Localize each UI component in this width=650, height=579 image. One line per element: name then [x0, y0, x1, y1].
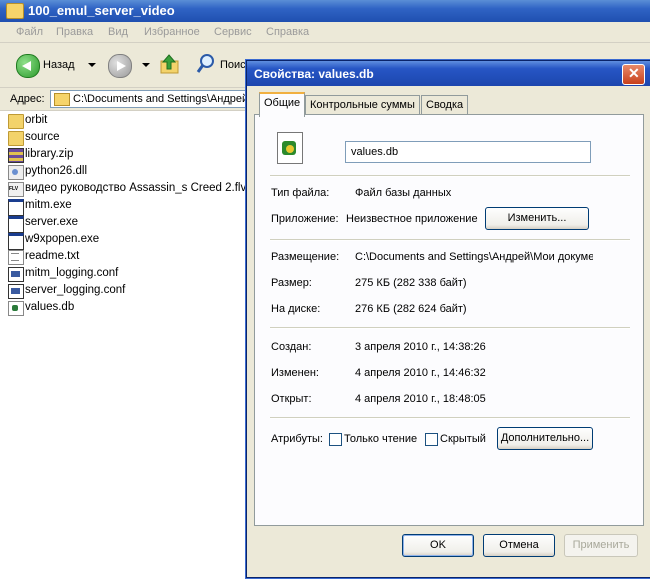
zip-icon: [8, 148, 24, 163]
exe-icon: [8, 199, 24, 216]
change-button-label: Изменить...: [507, 212, 567, 224]
file-name-value: values.db: [351, 146, 399, 158]
separator: [270, 239, 630, 241]
file-type-label: Тип файла:: [271, 187, 330, 199]
tab-general[interactable]: Общие: [259, 92, 306, 117]
exe-icon: [8, 233, 24, 250]
created-value: 3 апреля 2010 г., 14:38:26: [355, 341, 486, 353]
folder-icon: [8, 131, 24, 146]
size-label: Размер:: [271, 277, 312, 289]
folder-icon: [8, 114, 24, 129]
application-label: Приложение:: [271, 213, 339, 225]
opened-value: 4 апреля 2010 г., 18:48:05: [355, 393, 486, 405]
readonly-checkbox[interactable]: [329, 433, 342, 446]
opened-label: Открыт:: [271, 393, 312, 405]
file-name: readme.txt: [25, 250, 80, 262]
file-type-value: Файл базы данных: [355, 187, 452, 199]
file-name: server_logging.conf: [25, 284, 126, 296]
file-name: видео руководство Assassin_s Creed 2.flv: [25, 182, 247, 194]
back-label[interactable]: Назад: [43, 59, 75, 71]
address-value: C:\Documents and Settings\Андрей: [73, 93, 249, 105]
tab-summary[interactable]: Сводка: [421, 95, 469, 115]
file-list: orbit source library.zip python26.dll ви…: [0, 111, 250, 579]
back-button[interactable]: [16, 54, 40, 78]
properties-dialog: Свойства: values.db ✕ Общие Контрольные …: [246, 60, 650, 578]
readonly-label[interactable]: Только чтение: [344, 433, 417, 445]
explorer-window-title: 100_emul_server_video: [28, 3, 175, 18]
file-name: w9xpopen.exe: [25, 233, 100, 245]
size-value: 275 КБ (282 338 байт): [355, 277, 467, 289]
separator: [270, 417, 630, 419]
advanced-button[interactable]: Дополнительно...: [497, 427, 593, 450]
hidden-checkbox[interactable]: [425, 433, 438, 446]
close-icon: ✕: [628, 65, 640, 81]
ok-button[interactable]: OK: [402, 534, 474, 557]
location-value: C:\Documents and Settings\Андрей\Мои док…: [355, 251, 593, 263]
dialog-title-bar[interactable]: Свойства: values.db ✕: [247, 61, 650, 86]
txt-icon: [8, 250, 24, 265]
location-label: Размещение:: [271, 251, 340, 263]
file-name: orbit: [25, 114, 48, 126]
menu-file[interactable]: Файл: [16, 26, 43, 38]
apply-button-label: Применить: [572, 539, 630, 551]
change-button[interactable]: Изменить...: [485, 207, 589, 230]
forward-button[interactable]: [108, 54, 132, 78]
tab-label: Сводка: [426, 99, 464, 111]
general-panel: values.db Тип файла: Файл базы данных Пр…: [254, 114, 644, 526]
menu-edit[interactable]: Правка: [56, 26, 93, 38]
modified-label: Изменен:: [271, 367, 319, 379]
exe-icon: [8, 216, 24, 233]
menu-view[interactable]: Вид: [108, 26, 128, 38]
file-name: python26.dll: [25, 165, 88, 177]
conf-icon: [8, 267, 24, 282]
folder-icon: [54, 93, 70, 106]
file-name: library.zip: [25, 148, 74, 160]
created-label: Создан:: [271, 341, 312, 353]
conf-icon: [8, 284, 24, 299]
back-dropdown-icon[interactable]: [88, 63, 96, 67]
file-name: values.db: [25, 301, 75, 313]
ok-button-label: OK: [430, 539, 446, 551]
folder-icon: [6, 3, 24, 19]
menu-bar: Файл Правка Вид Избранное Сервис Справка: [0, 22, 650, 43]
cancel-button-label: Отмена: [499, 539, 539, 551]
file-name: server.exe: [25, 216, 79, 228]
folder-up-icon[interactable]: [160, 53, 180, 75]
explorer-title-bar: 100_emul_server_video: [0, 0, 650, 22]
attributes-label: Атрибуты:: [271, 433, 323, 445]
close-button[interactable]: ✕: [622, 64, 645, 85]
db-icon: [8, 301, 24, 316]
file-name: mitm.exe: [25, 199, 72, 211]
db-icon: [277, 132, 303, 164]
file-name: mitm_logging.conf: [25, 267, 119, 279]
apply-button[interactable]: Применить: [564, 534, 638, 557]
application-value: Неизвестное приложение: [346, 213, 478, 225]
hidden-label[interactable]: Скрытый: [440, 433, 486, 445]
file-name: source: [25, 131, 60, 143]
cancel-button[interactable]: Отмена: [483, 534, 555, 557]
forward-dropdown-icon[interactable]: [142, 63, 150, 67]
tab-label: Контрольные суммы: [310, 99, 415, 111]
dll-icon: [8, 165, 24, 180]
dialog-title: Свойства: values.db: [254, 67, 374, 81]
advanced-button-label: Дополнительно...: [500, 432, 590, 444]
menu-help[interactable]: Справка: [266, 26, 309, 38]
tab-label: Общие: [264, 97, 301, 109]
modified-value: 4 апреля 2010 г., 14:46:32: [355, 367, 486, 379]
separator: [270, 327, 630, 329]
separator: [270, 175, 630, 177]
disk-size-value: 276 КБ (282 624 байт): [355, 303, 467, 315]
search-icon[interactable]: [196, 53, 216, 75]
menu-favorites[interactable]: Избранное: [144, 26, 200, 38]
tab-checksums[interactable]: Контрольные суммы: [305, 95, 420, 115]
file-name-field[interactable]: values.db: [345, 141, 591, 163]
address-label: Адрес:: [10, 93, 45, 105]
menu-tools[interactable]: Сервис: [214, 26, 252, 38]
flv-icon: [8, 182, 24, 197]
disk-size-label: На диске:: [271, 303, 321, 315]
